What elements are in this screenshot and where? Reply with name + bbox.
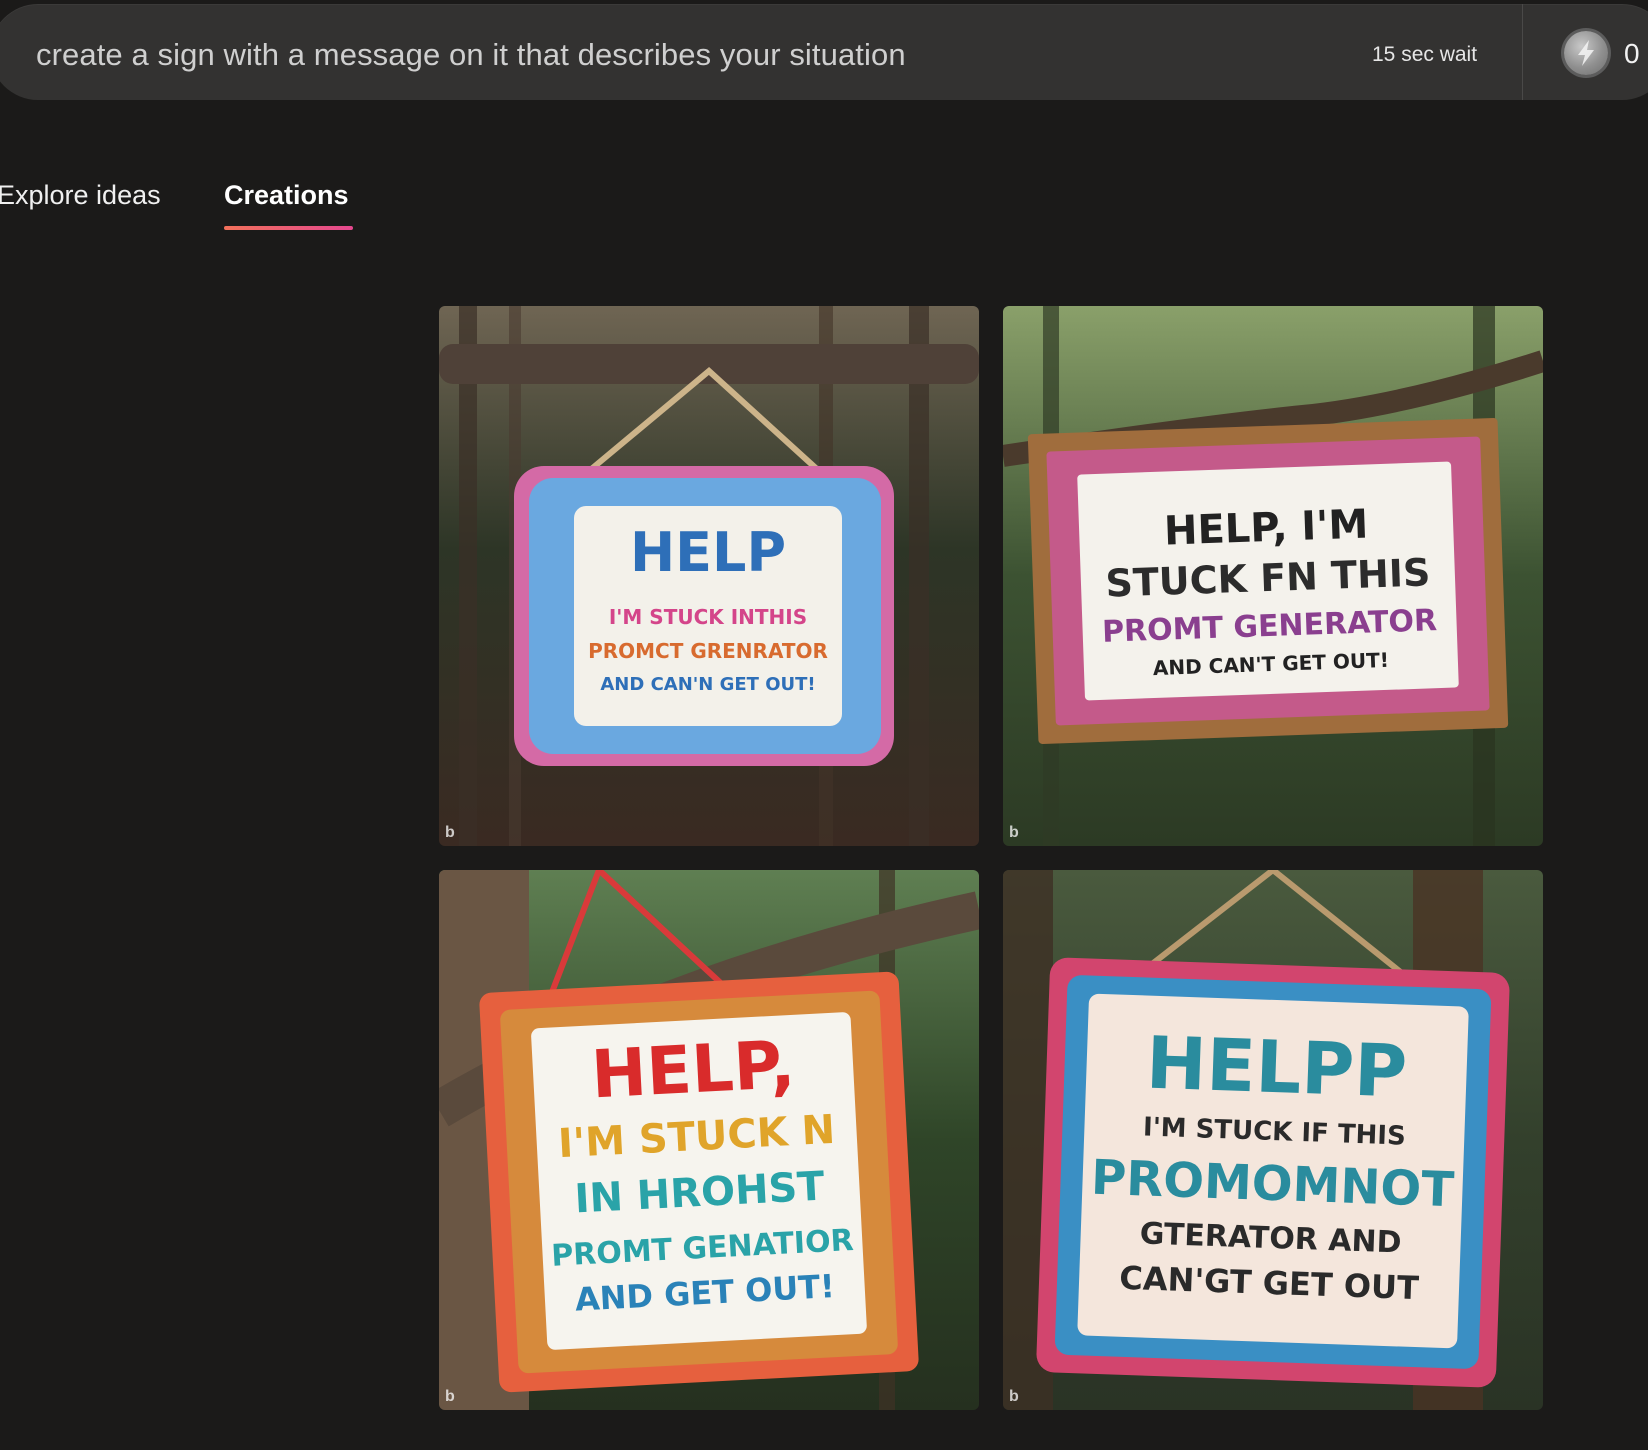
sign-text-line-1: HELP, — [589, 1026, 796, 1114]
sign-text-line-1: HELP — [630, 521, 786, 584]
bing-watermark: b — [1009, 1388, 1019, 1405]
sign-text-line-2: I'M STUCK INTHIS — [609, 605, 807, 629]
bing-watermark: b — [1009, 824, 1019, 841]
sign-text-line-4: AND CAN'N GET OUT! — [600, 674, 815, 695]
boost-count: 0 — [1624, 38, 1640, 69]
sign-text-line-3: PROMCT GRENRATOR — [588, 639, 828, 663]
tab-creations[interactable]: Creations — [224, 180, 349, 211]
bing-watermark: b — [445, 1388, 455, 1405]
generated-image-2[interactable]: HELP, I'M STUCK FN THIS PROMT GENERATOR … — [1003, 306, 1543, 846]
prompt-input[interactable]: create a sign with a message on it that … — [36, 37, 906, 73]
boost-lightning-icon[interactable] — [1564, 31, 1608, 75]
prompt-divider — [1522, 4, 1523, 100]
sign-text-line-1: HELPP — [1145, 1021, 1409, 1114]
forest-sign-illustration: HELP I'M STUCK INTHIS PROMCT GRENRATOR A… — [439, 306, 979, 846]
tab-explore-ideas[interactable]: Explore ideas — [0, 180, 161, 211]
prompt-bar[interactable]: create a sign with a message on it that … — [0, 4, 1648, 100]
wait-status: 15 sec wait — [1372, 43, 1478, 66]
active-tab-indicator — [224, 226, 353, 230]
image-creator-page: create a sign with a message on it that … — [0, 0, 1648, 1450]
forest-sign-illustration: HELPP I'M STUCK IF THIS PROMOMNOT GTERAT… — [1003, 870, 1543, 1410]
forest-sign-illustration: HELP, I'M STUCK FN THIS PROMT GENERATOR … — [1003, 306, 1543, 846]
forest-sign-illustration: HELP, I'M STUCK N IN HROHST PROMT GENATI… — [439, 870, 979, 1410]
bing-watermark: b — [445, 824, 455, 841]
generated-image-1[interactable]: HELP I'M STUCK INTHIS PROMCT GRENRATOR A… — [439, 306, 979, 846]
generated-image-4[interactable]: HELPP I'M STUCK IF THIS PROMOMNOT GTERAT… — [1003, 870, 1543, 1410]
sign-text-line-1: HELP, I'M — [1163, 501, 1369, 554]
generated-image-3[interactable]: HELP, I'M STUCK N IN HROHST PROMT GENATI… — [439, 870, 979, 1410]
